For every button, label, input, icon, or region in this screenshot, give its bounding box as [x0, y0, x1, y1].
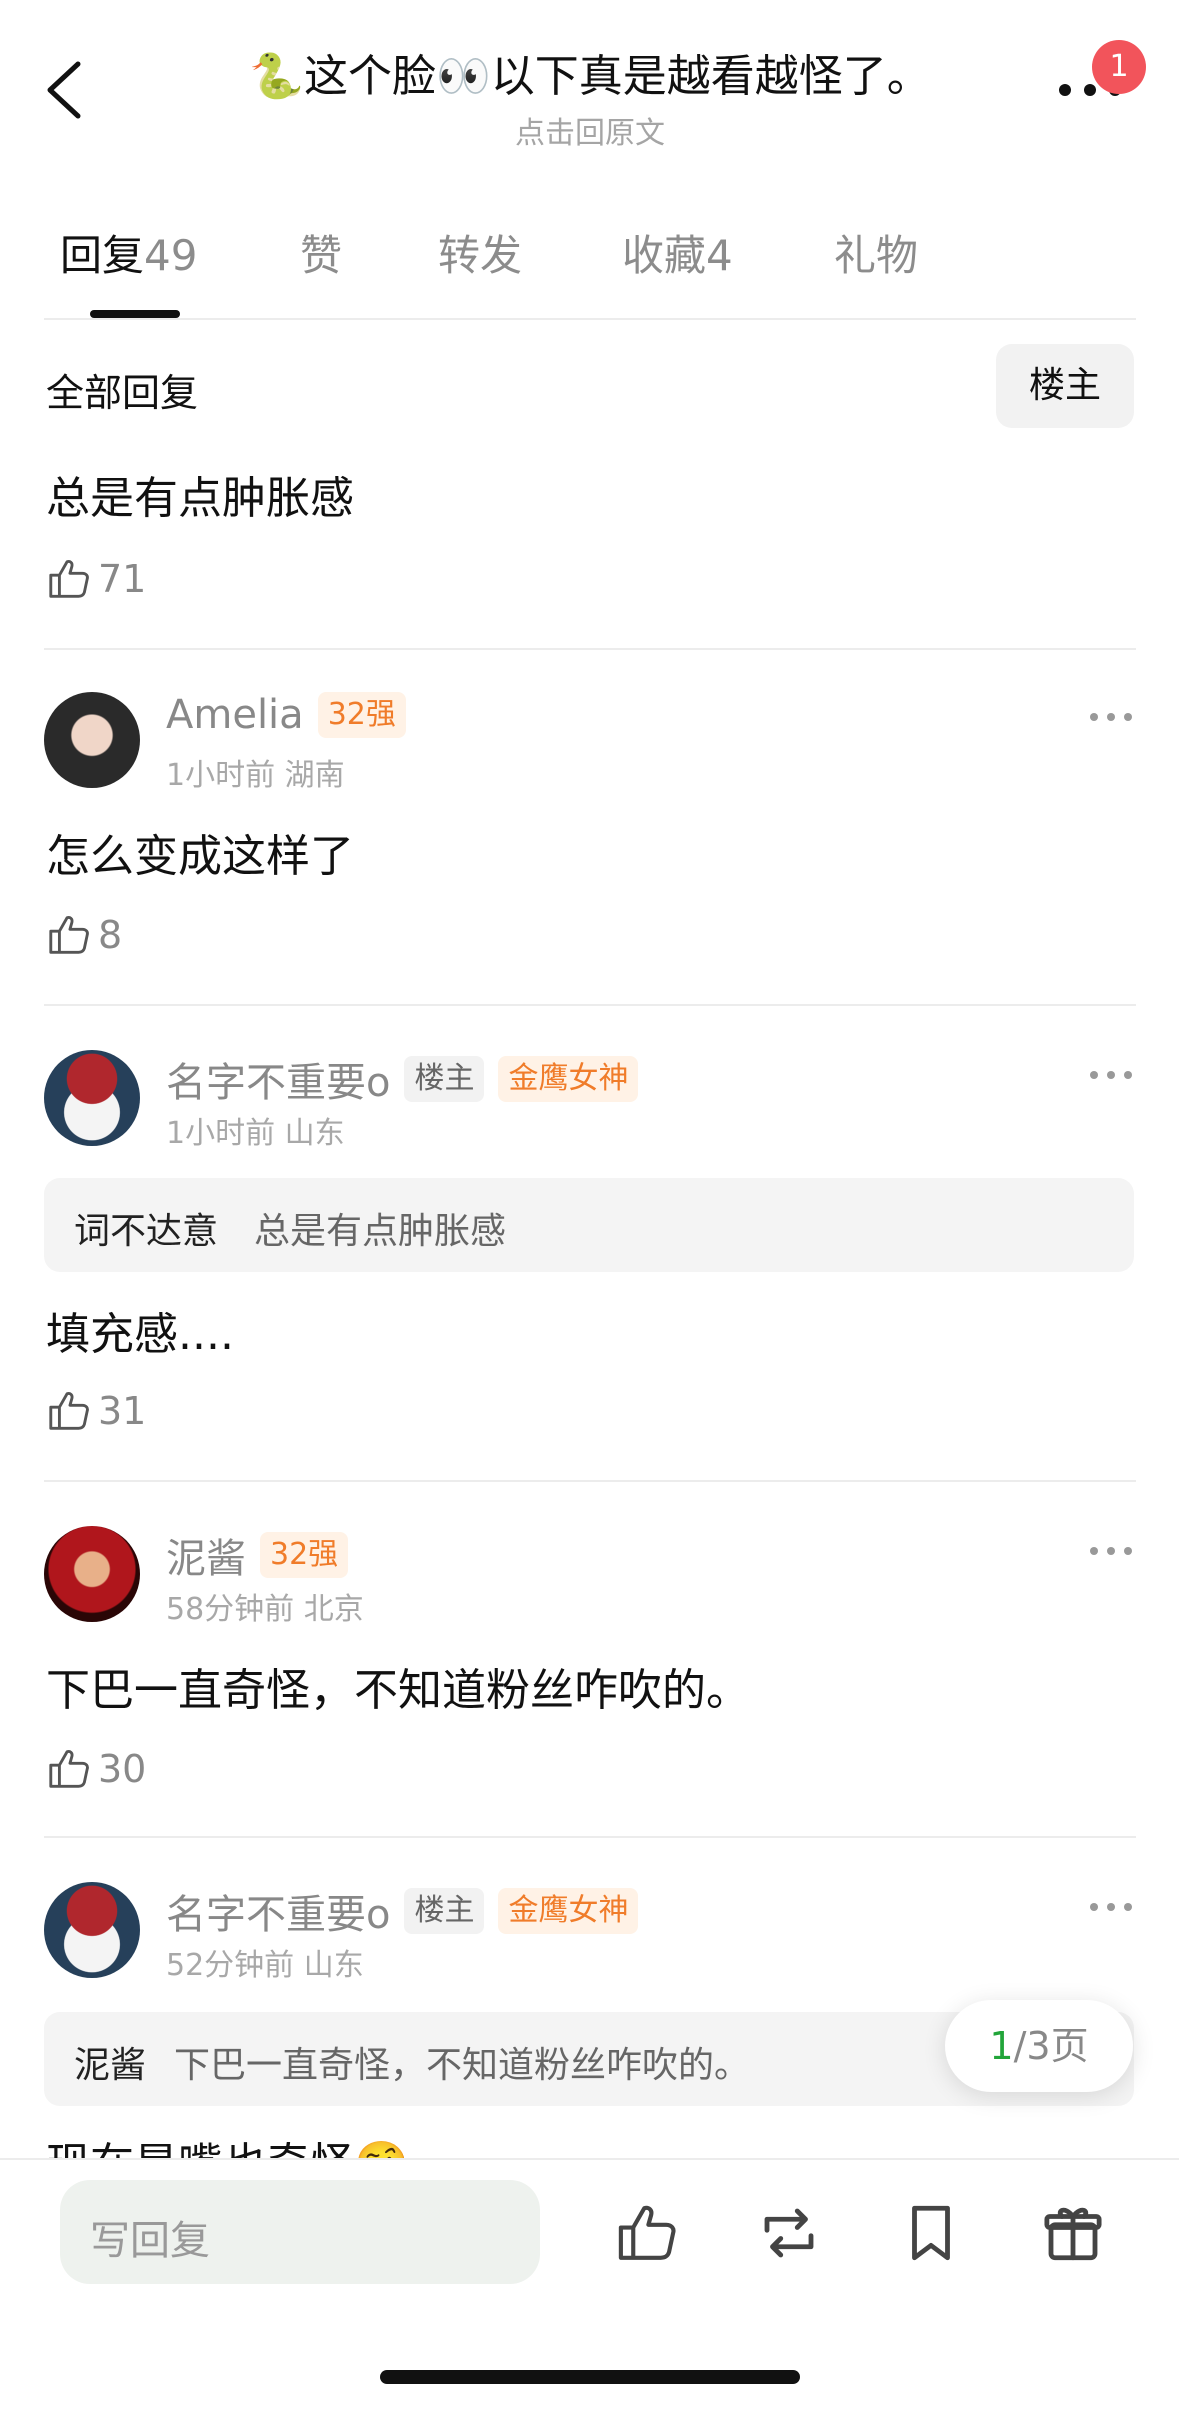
- username: Amelia: [166, 692, 304, 738]
- post-title: 🐍这个脸👀以下真是越看越怪了。: [249, 51, 931, 102]
- like-count: 31: [98, 1389, 147, 1433]
- username: 泥酱: [166, 1536, 246, 1582]
- gift-icon[interactable]: [1040, 2200, 1106, 2266]
- page-indicator[interactable]: 1/3页: [945, 2000, 1133, 2092]
- active-tab-indicator: [90, 310, 180, 318]
- username: 名字不重要o: [166, 1060, 391, 1106]
- comment-more-icon[interactable]: [1088, 710, 1134, 724]
- avatar[interactable]: [44, 1050, 140, 1146]
- like-button[interactable]: 71: [46, 556, 146, 602]
- divider: [44, 1004, 1136, 1006]
- reply-input[interactable]: 写回复: [60, 2180, 540, 2284]
- owner-filter-button[interactable]: 楼主: [996, 344, 1134, 428]
- rank-badge: 32强: [260, 1532, 349, 1578]
- comment-author[interactable]: 泥酱 32强: [166, 1526, 349, 1584]
- tab-reposts[interactable]: 转发: [438, 222, 522, 283]
- tab-replies-label: 回复: [60, 231, 145, 280]
- thumbs-up-icon: [49, 560, 89, 598]
- avatar[interactable]: [44, 692, 140, 788]
- like-post-icon[interactable]: [614, 2200, 680, 2266]
- total-pages: /3页: [1013, 2024, 1089, 2068]
- back-arrow-icon[interactable]: [44, 60, 84, 120]
- quoted-text: 总是有点肿胀感: [254, 1211, 507, 1252]
- comment-more-icon[interactable]: [1088, 1544, 1134, 1558]
- like-button[interactable]: 30: [46, 1746, 146, 1792]
- avatar[interactable]: [44, 1526, 140, 1622]
- comment-more-icon[interactable]: [1088, 1900, 1134, 1914]
- quoted-reply[interactable]: 词不达意 总是有点肿胀感: [44, 1178, 1134, 1272]
- like-count: 30: [98, 1747, 147, 1791]
- quoted-author: 泥酱: [74, 2045, 147, 2086]
- like-button[interactable]: 8: [46, 912, 122, 958]
- repost-icon[interactable]: [756, 2200, 822, 2266]
- divider: [44, 648, 1136, 650]
- tab-gifts[interactable]: 礼物: [834, 222, 918, 283]
- divider: [44, 318, 1136, 320]
- title-badge: 金鹰女神: [498, 1888, 639, 1934]
- tab-likes-label: 赞: [300, 231, 343, 280]
- comment-text: 总是有点肿胀感: [46, 473, 354, 524]
- notification-badge: 1: [1092, 40, 1146, 94]
- quoted-author: 词不达意: [74, 1211, 219, 1252]
- tab-favorites-label: 收藏: [622, 231, 707, 280]
- comment-author[interactable]: 名字不重要o 楼主 金鹰女神: [166, 1050, 639, 1108]
- rank-badge: 32强: [317, 692, 406, 738]
- comment-text: 怎么变成这样了: [46, 831, 354, 882]
- bookmark-icon[interactable]: [898, 2200, 964, 2266]
- comment-author[interactable]: 名字不重要o 楼主 金鹰女神: [166, 1882, 639, 1940]
- title-badge: 金鹰女神: [498, 1056, 639, 1102]
- back-to-original-link[interactable]: 点击回原文: [180, 108, 1000, 152]
- divider: [44, 1480, 1136, 1482]
- comment-meta: 1小时前 山东: [166, 1116, 345, 1151]
- divider: [44, 1836, 1136, 1838]
- comment-text: 填充感....: [46, 1309, 234, 1360]
- comment-meta: 1小时前 湖南: [166, 758, 345, 793]
- thumbs-up-icon: [49, 916, 89, 954]
- current-page: 1: [989, 2024, 1014, 2068]
- avatar[interactable]: [44, 1882, 140, 1978]
- comment-author[interactable]: Amelia 32强: [166, 692, 406, 738]
- tab-bar: 回复49 赞 转发 收藏4 礼物: [0, 222, 1179, 292]
- comment-meta: 58分钟前 北京: [166, 1592, 364, 1627]
- tab-favorites-count: 4: [706, 231, 733, 280]
- tab-likes[interactable]: 赞: [300, 222, 342, 283]
- tab-replies-count: 49: [144, 231, 198, 280]
- tab-favorites[interactable]: 收藏4: [622, 222, 733, 283]
- like-count: 71: [98, 557, 147, 601]
- thumbs-up-icon: [49, 1750, 89, 1788]
- comment-more-icon[interactable]: [1088, 1068, 1134, 1082]
- op-badge: 楼主: [404, 1056, 485, 1102]
- username: 名字不重要o: [166, 1892, 391, 1938]
- quoted-text: 下巴一直奇怪，不知道粉丝咋吹的。: [174, 2045, 751, 2086]
- thumbs-up-icon: [49, 1392, 89, 1430]
- tab-gifts-label: 礼物: [834, 231, 919, 280]
- post-title-area[interactable]: 🐍这个脸👀以下真是越看越怪了。 点击回原文: [180, 40, 1000, 152]
- like-button[interactable]: 31: [46, 1388, 146, 1434]
- home-indicator[interactable]: [380, 2370, 800, 2384]
- like-count: 8: [98, 913, 123, 957]
- comment-text: 下巴一直奇怪，不知道粉丝咋吹的。: [46, 1665, 750, 1716]
- all-replies-label: 全部回复: [46, 371, 199, 415]
- op-badge: 楼主: [404, 1888, 485, 1934]
- tab-reposts-label: 转发: [438, 231, 523, 280]
- tab-replies[interactable]: 回复49: [60, 222, 197, 283]
- reply-placeholder: 写回复: [90, 2218, 210, 2264]
- comment-meta: 52分钟前 山东: [166, 1948, 364, 1983]
